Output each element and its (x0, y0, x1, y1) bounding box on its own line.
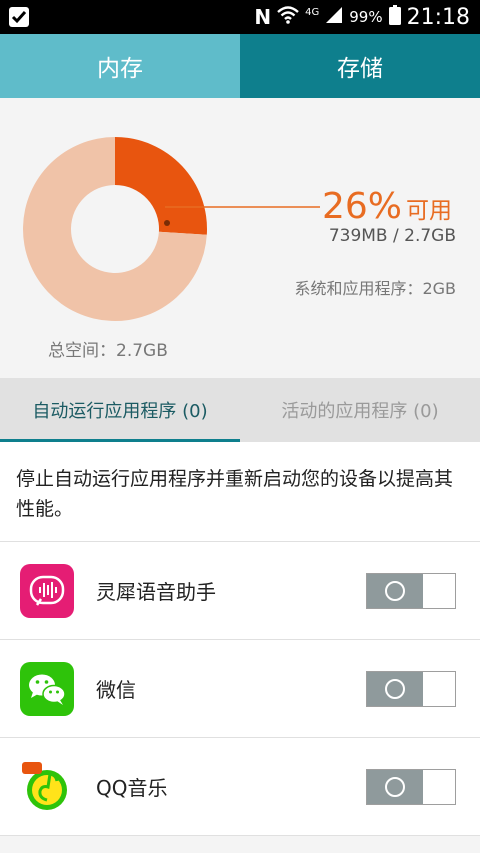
tab-active-apps[interactable]: 活动的应用程序 (0) (240, 378, 480, 442)
battery-percent: 99% (349, 8, 383, 26)
total-space: 总空间：2.7GB (48, 341, 168, 361)
signal-icon (325, 6, 343, 28)
toggle-knob (367, 672, 423, 706)
autorun-toggle[interactable] (366, 573, 456, 609)
tab-memory[interactable]: 内存 (0, 34, 240, 98)
description-text: 停止自动运行应用程序并重新启动您的设备以提高其性能。 (0, 442, 480, 542)
app-list: 灵犀语音助手 微信 QQ音乐 (0, 542, 480, 836)
callout-dot (164, 220, 170, 226)
tab-autorun-apps[interactable]: 自动运行应用程序 (0) (0, 378, 240, 442)
nfc-icon: N (254, 5, 272, 29)
network-type: 4G (305, 6, 320, 18)
autorun-toggle[interactable] (366, 671, 456, 707)
available-label: 可用 (406, 198, 453, 224)
sub-tabs: 自动运行应用程序 (0) 活动的应用程序 (0) (0, 378, 480, 442)
toggle-knob (367, 770, 423, 804)
top-tabs: 内存 存储 (0, 34, 480, 98)
app-name: 微信 (96, 678, 136, 702)
battery-icon (388, 5, 401, 29)
system-apps-usage: 系统和应用程序：2GB (294, 279, 456, 298)
memory-donut-chart (23, 137, 207, 321)
tab-storage[interactable]: 存储 (240, 34, 480, 98)
autorun-toggle[interactable] (366, 769, 456, 805)
app-name: 灵犀语音助手 (96, 580, 216, 604)
donut-slice-0 (115, 137, 207, 235)
status-bar: N 4G 99% 21:18 (0, 0, 480, 34)
callout-line (165, 206, 320, 208)
app-name: QQ音乐 (96, 776, 168, 800)
available-percent-value: 26% (322, 186, 403, 227)
clock: 21:18 (406, 4, 470, 30)
memory-usage-text: 739MB / 2.7GB (328, 226, 456, 246)
list-item: QQ音乐 (0, 738, 480, 836)
list-item: 灵犀语音助手 (0, 542, 480, 640)
toggle-knob (367, 574, 423, 608)
task-check-icon (8, 6, 30, 32)
list-item: 微信 (0, 640, 480, 738)
voice-assistant-icon (20, 564, 74, 618)
qq-music-icon (20, 760, 74, 814)
wechat-icon (20, 662, 74, 716)
available-percent: 26% 可用 (322, 186, 452, 227)
memory-chart-panel: 26% 可用 739MB / 2.7GB 系统和应用程序：2GB 总空间：2.7G… (0, 98, 480, 378)
wifi-icon (277, 6, 299, 28)
